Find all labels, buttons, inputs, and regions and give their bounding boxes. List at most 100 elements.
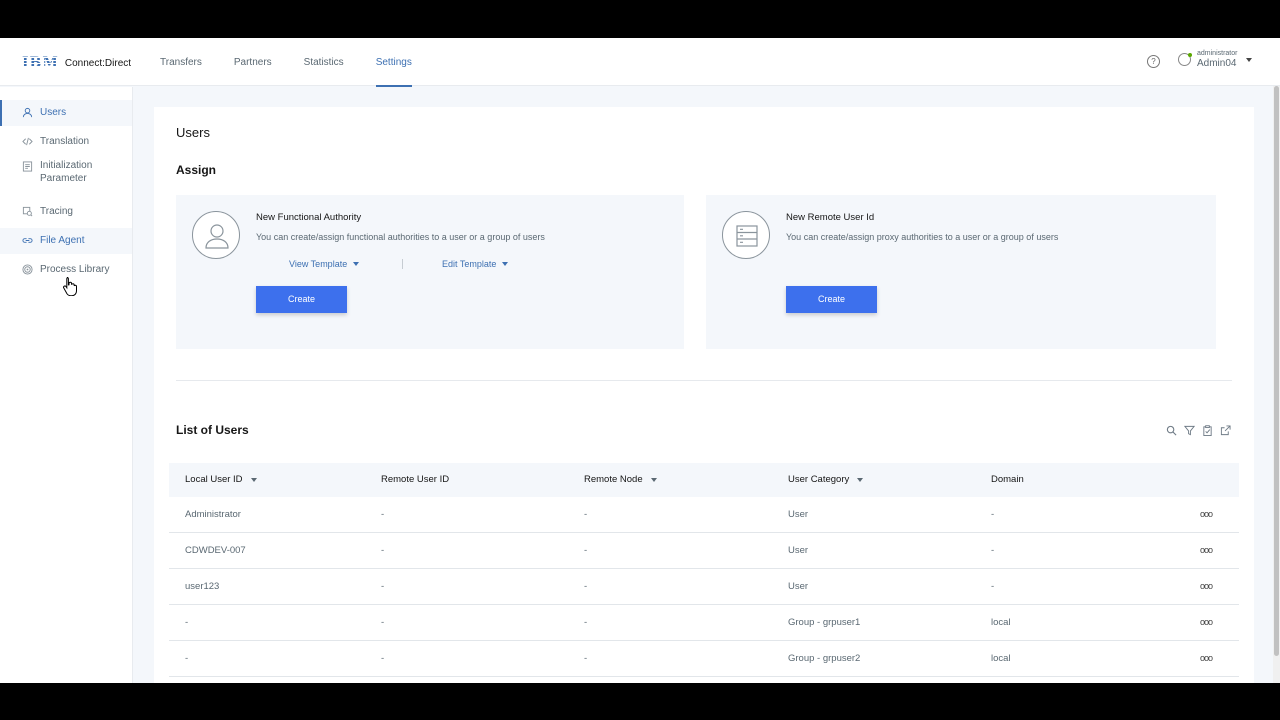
tile-title: New Remote User Id	[786, 212, 875, 223]
user-info: administrator Admin04	[1197, 49, 1237, 70]
cell-local-user-id: -	[185, 617, 189, 628]
user-icon	[22, 107, 33, 118]
tile-description: You can create/assign proxy authorities …	[786, 232, 1059, 242]
main-nav: Transfers Partners Statistics Settings	[160, 38, 444, 87]
table-row[interactable]: user123 - - User - ooo	[169, 569, 1239, 605]
brand[interactable]: IBM Connect:Direct	[22, 55, 131, 71]
cell-domain: -	[991, 545, 995, 556]
cell-domain: local	[991, 617, 1011, 628]
overflow-menu-icon[interactable]: ooo	[1200, 605, 1213, 639]
user-menu[interactable]: administrator Admin04	[1178, 49, 1253, 70]
tile-title: New Functional Authority	[256, 212, 362, 223]
sidebar-item-label: Tracing	[40, 206, 73, 217]
sidebar-item-label: Process Library	[40, 264, 110, 275]
sidebar-item-users[interactable]: Users	[0, 100, 132, 126]
code-icon	[22, 137, 33, 146]
sidebar-item-tracing[interactable]: Tracing	[0, 199, 132, 225]
overflow-menu-icon[interactable]: ooo	[1200, 569, 1213, 603]
edit-template-dropdown[interactable]: Edit Template	[442, 259, 509, 269]
overflow-menu-icon[interactable]: ooo	[1200, 533, 1213, 567]
section-divider	[176, 380, 1232, 381]
chevron-down-icon	[353, 262, 360, 266]
cell-remote-user-id: -	[381, 581, 385, 592]
user-profile-icon	[192, 211, 240, 259]
cell-remote-node: -	[584, 545, 588, 556]
cell-user-category: User	[788, 545, 809, 556]
scrollbar-thumb[interactable]	[1274, 86, 1279, 656]
table-row[interactable]: CDWDEV-007 - - User - ooo	[169, 533, 1239, 569]
column-user-category[interactable]: User Category	[788, 463, 864, 497]
link-icon	[22, 238, 33, 243]
create-remote-user-button[interactable]: Create	[786, 286, 877, 313]
table-row[interactable]: - - - Group - grpuser2 local ooo	[169, 641, 1239, 677]
settings-sidebar: Users Translation Initialization Paramet…	[0, 87, 133, 683]
view-template-label: View Template	[289, 259, 348, 269]
chevron-down-icon[interactable]	[1246, 57, 1253, 62]
overflow-menu-icon[interactable]: ooo	[1200, 641, 1213, 675]
search-icon[interactable]	[1166, 425, 1177, 436]
cell-local-user-id: CDWDEV-007	[185, 545, 246, 556]
column-remote-user-id: Remote User ID	[381, 463, 449, 497]
functional-authority-tile: New Functional Authority You can create/…	[176, 195, 684, 349]
table-row[interactable]: - - - Group - grpuser1 local ooo	[169, 605, 1239, 641]
server-icon	[722, 211, 770, 259]
user-name: Admin04	[1197, 58, 1237, 69]
column-label: Local User ID	[185, 474, 243, 485]
document-icon	[22, 161, 33, 172]
sidebar-item-translation[interactable]: Translation	[0, 129, 132, 155]
filter-icon[interactable]	[1184, 425, 1195, 436]
sort-icon	[857, 478, 864, 482]
sort-icon	[650, 478, 657, 482]
nav-statistics[interactable]: Statistics	[304, 38, 344, 86]
separator	[402, 259, 403, 269]
cell-remote-user-id: -	[381, 653, 385, 664]
sidebar-item-label: Users	[40, 107, 67, 118]
cell-user-category: Group - grpuser2	[788, 653, 861, 664]
cell-remote-node: -	[584, 509, 588, 520]
hand-cursor-icon	[63, 277, 77, 296]
clipboard-icon[interactable]	[1202, 425, 1213, 436]
top-nav-bar: IBM Connect:Direct Transfers Partners St…	[0, 38, 1280, 87]
user-avatar-icon	[1178, 53, 1192, 66]
overflow-menu-icon[interactable]: ooo	[1200, 497, 1213, 531]
edit-template-label: Edit Template	[442, 259, 497, 269]
cell-remote-node: -	[584, 653, 588, 664]
ibm-logo: IBM	[22, 55, 59, 71]
view-template-dropdown[interactable]: View Template	[289, 259, 360, 269]
table-toolbar	[1166, 425, 1238, 436]
column-label: Remote Node	[584, 474, 643, 485]
column-label: User Category	[788, 474, 850, 485]
cell-remote-user-id: -	[381, 545, 385, 556]
cell-remote-node: -	[584, 617, 588, 628]
sidebar-item-label: File Agent	[40, 235, 85, 246]
page-scrollbar[interactable]	[1273, 86, 1280, 683]
cell-user-category: User	[788, 509, 809, 520]
nav-partners[interactable]: Partners	[234, 38, 272, 86]
cell-domain: local	[991, 653, 1011, 664]
cell-remote-user-id: -	[381, 509, 385, 520]
table-row[interactable]: Administrator - - User - ooo	[169, 497, 1239, 533]
fingerprint-icon	[22, 264, 33, 275]
create-functional-authority-button[interactable]: Create	[256, 286, 347, 313]
column-remote-node[interactable]: Remote Node	[584, 463, 657, 497]
sidebar-item-initialization-parameter[interactable]: Initialization Parameter	[0, 159, 100, 189]
nav-settings[interactable]: Settings	[375, 38, 412, 87]
cell-user-category: Group - grpuser1	[788, 617, 861, 628]
remote-user-id-tile: New Remote User Id You can create/assign…	[706, 195, 1216, 349]
app-screen: IBM Connect:Direct Transfers Partners St…	[0, 38, 1280, 683]
sidebar-item-label: Initialization Parameter	[40, 160, 93, 184]
list-of-users-heading: List of Users	[176, 423, 249, 437]
cell-local-user-id: user123	[185, 581, 220, 592]
help-icon[interactable]: ?	[1147, 55, 1160, 68]
column-local-user-id[interactable]: Local User ID	[185, 463, 257, 497]
sidebar-item-file-agent[interactable]: File Agent	[0, 228, 132, 254]
sidebar-item-label: Translation	[40, 136, 90, 147]
sort-icon	[250, 478, 257, 482]
export-icon[interactable]	[1220, 425, 1231, 436]
product-name: Connect:Direct	[64, 57, 132, 69]
nav-transfers[interactable]: Transfers	[160, 38, 202, 86]
column-label: Remote User ID	[381, 474, 450, 485]
cell-local-user-id: Administrator	[185, 509, 241, 520]
cell-domain: -	[991, 581, 995, 592]
user-role: administrator	[1197, 50, 1238, 57]
